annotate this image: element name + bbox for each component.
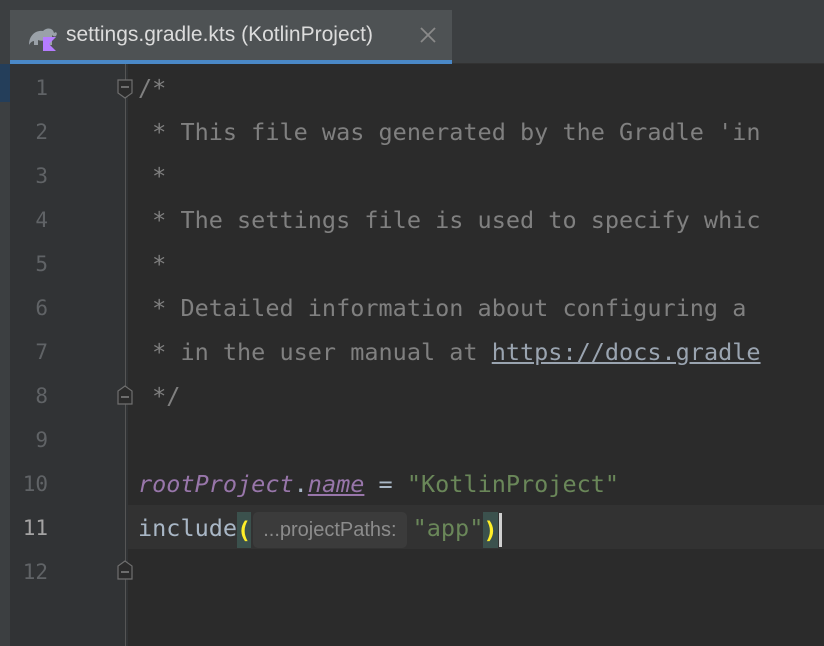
fold-minus-icon[interactable]	[117, 79, 133, 99]
close-paren-match: )	[483, 511, 498, 548]
line-number: 5	[35, 252, 48, 276]
code-line-current[interactable]: include(...projectPaths: "app")	[138, 506, 502, 550]
open-paren-match: (	[237, 511, 252, 548]
line-number: 2	[35, 120, 48, 144]
close-icon[interactable]	[418, 25, 438, 45]
line-number: 4	[35, 208, 48, 232]
tool-window-active-marker[interactable]	[0, 64, 10, 102]
line-number: 12	[22, 560, 48, 584]
line-number: 1	[35, 76, 48, 100]
docs-link[interactable]: https://docs.gradle	[492, 338, 761, 366]
gradle-kotlin-icon	[26, 23, 60, 51]
code-line[interactable]: /*	[138, 66, 166, 110]
code-line[interactable]: * in the user manual at https://docs.gra…	[138, 330, 761, 374]
line-number: 7	[35, 340, 48, 364]
include-call: include	[138, 514, 238, 542]
root-project-identifier: rootProject	[138, 470, 294, 498]
project-name-string: "KotlinProject"	[406, 470, 620, 498]
fold-guide-line	[125, 64, 126, 646]
code-line[interactable]: * This file was generated by the Gradle …	[138, 110, 760, 154]
line-number: 6	[35, 296, 48, 320]
tab-settings-gradle-kts[interactable]: settings.gradle.kts (KotlinProject)	[10, 10, 452, 64]
line-number: 10	[22, 472, 48, 496]
name-property: name	[307, 470, 365, 498]
tab-title: settings.gradle.kts (KotlinProject)	[66, 23, 373, 46]
fold-end-icon[interactable]	[117, 385, 133, 405]
fold-end-icon[interactable]	[117, 560, 133, 580]
code-line[interactable]: *	[138, 242, 166, 286]
code-line[interactable]: * Detailed information about configuring…	[138, 286, 761, 330]
line-number: 3	[35, 164, 48, 188]
code-line[interactable]: *	[138, 154, 166, 198]
comment-text: * in the user manual at	[138, 338, 492, 366]
parameter-hint: ...projectPaths:	[253, 511, 407, 548]
code-line[interactable]: rootProject.name = "KotlinProject"	[138, 462, 619, 506]
dot-operator: .	[293, 470, 308, 498]
assign-operator: =	[364, 470, 407, 498]
text-caret	[498, 512, 502, 547]
code-line[interactable]: * The settings file is used to specify w…	[138, 198, 760, 242]
line-number: 8	[35, 384, 48, 408]
line-number: 9	[35, 428, 48, 452]
app-string: "app"	[412, 514, 484, 542]
code-line[interactable]: */	[138, 374, 180, 418]
line-number-current: 11	[22, 516, 48, 540]
editor-tab-bar: settings.gradle.kts (KotlinProject)	[0, 0, 824, 64]
